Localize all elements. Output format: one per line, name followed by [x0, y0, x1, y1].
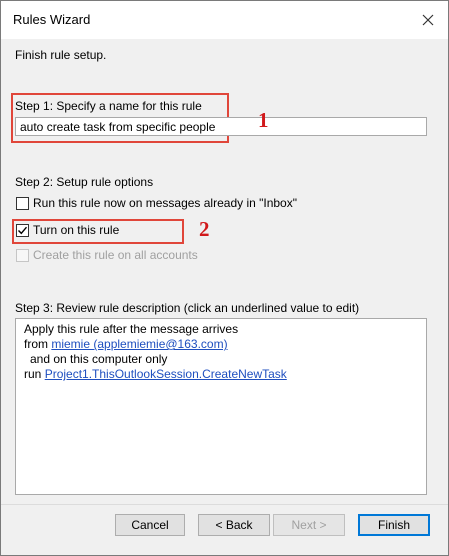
- wizard-content: Finish rule setup. Step 1: Specify a nam…: [1, 39, 448, 555]
- description-line-4: run Project1.ThisOutlookSession.CreateNe…: [24, 367, 287, 381]
- all-accounts-checkbox: [16, 249, 29, 262]
- step2-label: Step 2: Setup rule options: [15, 175, 154, 189]
- rule-name-value: auto create task from specific people: [20, 120, 216, 134]
- rule-name-input[interactable]: auto create task from specific people: [15, 117, 427, 136]
- turn-on-rule-label: Turn on this rule: [33, 223, 120, 237]
- close-icon: [422, 14, 434, 26]
- cancel-button[interactable]: Cancel: [115, 514, 185, 536]
- description-line-3: and on this computer only: [30, 352, 168, 366]
- script-link[interactable]: Project1.ThisOutlookSession.CreateNewTas…: [45, 367, 287, 381]
- all-accounts-label: Create this rule on all accounts: [33, 248, 198, 262]
- back-button[interactable]: < Back: [198, 514, 270, 536]
- annotation-marker-2: 2: [199, 217, 210, 241]
- sender-link[interactable]: miemie (applemiemie@163.com): [51, 337, 227, 351]
- run-now-label: Run this rule now on messages already in…: [33, 196, 297, 210]
- title-bar: Rules Wizard: [1, 1, 448, 39]
- step3-label: Step 3: Review rule description (click a…: [15, 301, 360, 315]
- finish-button[interactable]: Finish: [358, 514, 430, 536]
- rules-wizard-window: Rules Wizard Finish rule setup. Step 1: …: [0, 0, 449, 556]
- intro-text: Finish rule setup.: [15, 48, 107, 62]
- from-prefix: from: [24, 337, 52, 351]
- description-line-1: Apply this rule after the message arrive…: [24, 322, 239, 336]
- next-button: Next >: [273, 514, 345, 536]
- description-line-2: from miemie (applemiemie@163.com): [24, 337, 228, 351]
- window-title: Rules Wizard: [13, 12, 91, 27]
- run-prefix: run: [24, 367, 45, 381]
- close-button[interactable]: [416, 9, 440, 31]
- step1-label: Step 1: Specify a name for this rule: [15, 99, 202, 113]
- footer-separator: [1, 504, 448, 505]
- turn-on-rule-checkbox[interactable]: [16, 224, 29, 237]
- rule-description-box: Apply this rule after the message arrive…: [15, 318, 427, 495]
- annotation-marker-1: 1: [258, 108, 269, 132]
- run-now-checkbox[interactable]: [16, 197, 29, 210]
- checkmark-icon: [18, 226, 28, 235]
